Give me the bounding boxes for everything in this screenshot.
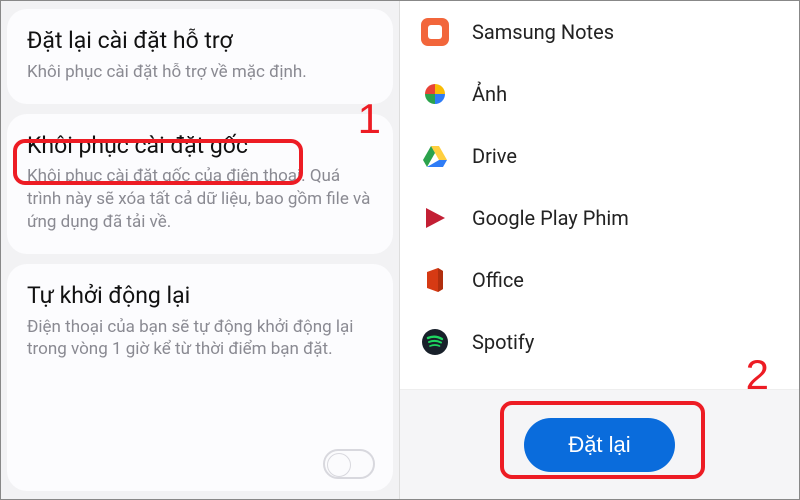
- auto-restart-card[interactable]: Tự khởi động lại Điện thoại của bạn sẽ t…: [7, 264, 393, 491]
- samsung-notes-icon: [420, 17, 450, 47]
- card-desc: Khôi phục cài đặt gốc của điện thoại. Qu…: [27, 165, 373, 234]
- card-title: Khôi phục cài đặt gốc: [27, 132, 373, 160]
- app-row-photos[interactable]: Ảnh: [420, 63, 779, 125]
- reset-button[interactable]: Đặt lại: [524, 418, 674, 472]
- app-row-office[interactable]: Office: [420, 249, 779, 311]
- app-row-spotify[interactable]: Spotify: [420, 311, 779, 373]
- microsoft-office-icon: [420, 265, 450, 295]
- app-name: Samsung Notes: [472, 20, 614, 44]
- app-name: Google Play Phim: [472, 206, 629, 230]
- app-name: Office: [472, 268, 524, 292]
- settings-list-panel: Đặt lại cài đặt hỗ trợ Khôi phục cài đặt…: [1, 1, 400, 499]
- card-desc: Điện thoại của bạn sẽ tự động khởi động …: [27, 316, 373, 362]
- google-photos-icon: [420, 79, 450, 109]
- footer-bar: Đặt lại: [400, 389, 799, 499]
- apps-panel: Samsung Notes Ảnh Drive: [400, 1, 799, 499]
- app-name: Ảnh: [472, 82, 507, 106]
- card-title: Đặt lại cài đặt hỗ trợ: [27, 27, 373, 55]
- app-name: Spotify: [472, 330, 534, 354]
- auto-restart-toggle[interactable]: [323, 449, 375, 479]
- card-title: Tự khởi động lại: [27, 282, 373, 310]
- card-desc: Khôi phục cài đặt hỗ trợ về mặc định.: [27, 61, 373, 84]
- reset-accessibility-card[interactable]: Đặt lại cài đặt hỗ trợ Khôi phục cài đặt…: [7, 9, 393, 104]
- app-name: Drive: [472, 144, 517, 168]
- app-row-drive[interactable]: Drive: [420, 125, 779, 187]
- factory-reset-card[interactable]: Khôi phục cài đặt gốc Khôi phục cài đặt …: [7, 114, 393, 254]
- spotify-icon: [420, 327, 450, 357]
- google-play-movies-icon: [420, 203, 450, 233]
- app-row-samsung-notes[interactable]: Samsung Notes: [420, 1, 779, 63]
- google-drive-icon: [420, 141, 450, 171]
- app-list: Samsung Notes Ảnh Drive: [400, 1, 799, 389]
- app-row-play-movies[interactable]: Google Play Phim: [420, 187, 779, 249]
